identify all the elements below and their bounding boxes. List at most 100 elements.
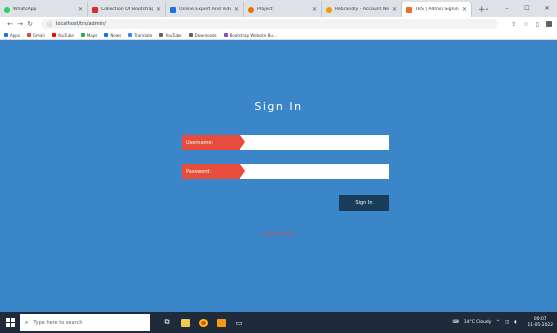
bootstrap-icon	[223, 33, 228, 37]
site-icon	[92, 6, 98, 13]
gmail-icon	[26, 33, 31, 37]
username-label: Username:	[182, 135, 245, 150]
clock[interactable]: 00:07 11-05-2022	[522, 317, 553, 328]
volume-icon[interactable]: ◖	[514, 320, 516, 325]
page-title: Sign In	[254, 100, 303, 113]
share-icon[interactable]: ⇪	[511, 21, 516, 28]
address-bar-actions: ⇪ ☆ ▯	[504, 21, 552, 28]
translate-icon	[128, 33, 133, 37]
search-icon: ⌕	[25, 318, 29, 326]
weather-text[interactable]: 14°C Cloudy	[464, 320, 491, 325]
bookmark-label: YouTube	[57, 32, 74, 38]
tab-label: Rebrandly - Account Network...	[335, 7, 389, 12]
taskbar-search[interactable]: ⌕ Type here to search	[20, 314, 150, 331]
network-icon[interactable]: ◫	[505, 320, 509, 325]
password-row: Password:	[182, 164, 389, 179]
star-icon[interactable]: ☆	[523, 21, 528, 28]
tab-label: Project	[257, 7, 273, 12]
windows-icon	[5, 318, 15, 327]
browser-tab[interactable]: Project ✕	[244, 2, 322, 17]
username-input[interactable]	[245, 135, 389, 150]
bookmark-label: Downloads	[194, 32, 217, 38]
bookmark-youtube-2[interactable]: YouTube	[159, 32, 182, 38]
bookmark-bootstrap[interactable]: Bootstrap Website Bu...	[223, 32, 277, 38]
sign-in-button[interactable]: Sign In	[339, 195, 389, 211]
address-bar: ← → ↻ ⓘ localhost/trs/admin/ ⇪ ☆ ▯	[0, 17, 557, 31]
info-icon[interactable]: ⓘ	[47, 21, 52, 28]
project-icon	[248, 6, 254, 13]
bookmark-translate[interactable]: Translate	[128, 33, 152, 38]
search-placeholder: Type here to search	[33, 319, 83, 326]
terminal-icon[interactable]: ▭	[230, 312, 248, 333]
download-icon	[188, 33, 193, 37]
profile-icon[interactable]	[546, 21, 552, 27]
browser-tab[interactable]: Rebrandly - Account Network... ✕	[322, 2, 402, 17]
tab-label: WhatsApp	[13, 7, 37, 12]
rebrandly-icon	[326, 6, 332, 13]
tab-label: Collection Of Bootstrap Online...	[101, 7, 153, 12]
news-icon	[104, 33, 109, 37]
bookmark-label: YouTube	[165, 32, 182, 38]
bookmark-label: Gmail	[32, 32, 45, 38]
bookmark-label: Maps	[86, 32, 98, 38]
tab-search-icon[interactable]: ⌄	[477, 5, 497, 12]
tab-label: TRS | Admin Signin	[415, 7, 459, 12]
page-content: Sign In Username: Password: Sign In Inva…	[0, 40, 557, 312]
close-icon[interactable]: ✕	[234, 6, 239, 13]
close-icon[interactable]: ✕	[312, 6, 317, 13]
password-input[interactable]	[245, 164, 389, 179]
system-tray: ⌨ 14°C Cloudy ^ ◫ ◖ 00:07 11-05-2022	[448, 312, 557, 333]
password-label: Password:	[182, 164, 245, 179]
maps-icon	[80, 33, 85, 37]
bookmark-label: Bootstrap Website Bu...	[229, 32, 277, 38]
bookmark-youtube[interactable]: YouTube	[51, 32, 74, 38]
close-icon[interactable]: ✕	[392, 6, 397, 13]
close-icon[interactable]: ✕	[462, 6, 467, 13]
error-message: Invalid details	[262, 232, 295, 237]
close-window-icon[interactable]: ✕	[537, 5, 557, 12]
taskbar-apps: ⧉ ▭	[158, 312, 248, 333]
url-field[interactable]: ⓘ localhost/trs/admin/	[41, 19, 499, 29]
clock-date: 11-05-2022	[527, 322, 553, 328]
bookmark-maps[interactable]: Maps	[80, 32, 98, 38]
apps-icon	[4, 33, 8, 37]
bookmark-news[interactable]: News	[104, 33, 121, 38]
reload-icon[interactable]: ↻	[25, 20, 35, 28]
keyboard-icon[interactable]: ⌨	[453, 320, 459, 325]
minimize-icon[interactable]: –	[497, 5, 517, 12]
bookmark-apps[interactable]: Apps	[4, 33, 20, 38]
url-text: localhost/trs/admin/	[56, 21, 106, 27]
browser-tab[interactable]: WhatsApp ✕	[0, 2, 88, 17]
start-button[interactable]	[0, 312, 20, 333]
close-icon[interactable]: ✕	[78, 6, 83, 13]
site-icon	[170, 6, 176, 13]
maximize-icon[interactable]: ☐	[517, 5, 537, 12]
bookmark-gmail[interactable]: Gmail	[26, 32, 45, 38]
sidebar-icon[interactable]: ▯	[536, 21, 539, 28]
browser-tab[interactable]: Collection Of Bootstrap Online... ✕	[88, 2, 166, 17]
task-view-icon[interactable]: ⧉	[158, 312, 176, 333]
youtube-icon	[159, 33, 164, 37]
file-explorer-icon[interactable]	[176, 312, 194, 333]
window-controls: ⌄ – ☐ ✕	[477, 0, 557, 17]
youtube-icon	[51, 33, 56, 37]
browser-tab-strip: WhatsApp ✕ Collection Of Bootstrap Onlin…	[0, 0, 557, 17]
browser-tab-active[interactable]: TRS | Admin Signin ✕	[402, 2, 472, 17]
back-icon[interactable]: ←	[5, 20, 15, 28]
username-row: Username:	[182, 135, 389, 150]
forward-icon[interactable]: →	[15, 20, 25, 28]
bookmarks-bar: Apps Gmail YouTube Maps News Translate Y…	[0, 31, 557, 40]
browser-tab[interactable]: Online Expert And Video Cloud... ✕	[166, 2, 244, 17]
chrome-icon[interactable]	[194, 312, 212, 333]
tab-label: Online Expert And Video Cloud...	[179, 7, 231, 12]
app-icon[interactable]	[212, 312, 230, 333]
site-icon	[406, 6, 412, 13]
bookmark-label: Apps	[10, 32, 20, 38]
windows-taskbar: ⌕ Type here to search ⧉ ▭ ⌨ 14°C Cloudy …	[0, 312, 557, 333]
whatsapp-icon	[4, 6, 10, 13]
bookmark-downloads[interactable]: Downloads	[188, 32, 217, 38]
bookmark-label: News	[110, 32, 122, 38]
close-icon[interactable]: ✕	[156, 6, 161, 13]
bookmark-label: Translate	[134, 32, 153, 38]
tray-arrow-icon[interactable]: ^	[496, 320, 500, 325]
